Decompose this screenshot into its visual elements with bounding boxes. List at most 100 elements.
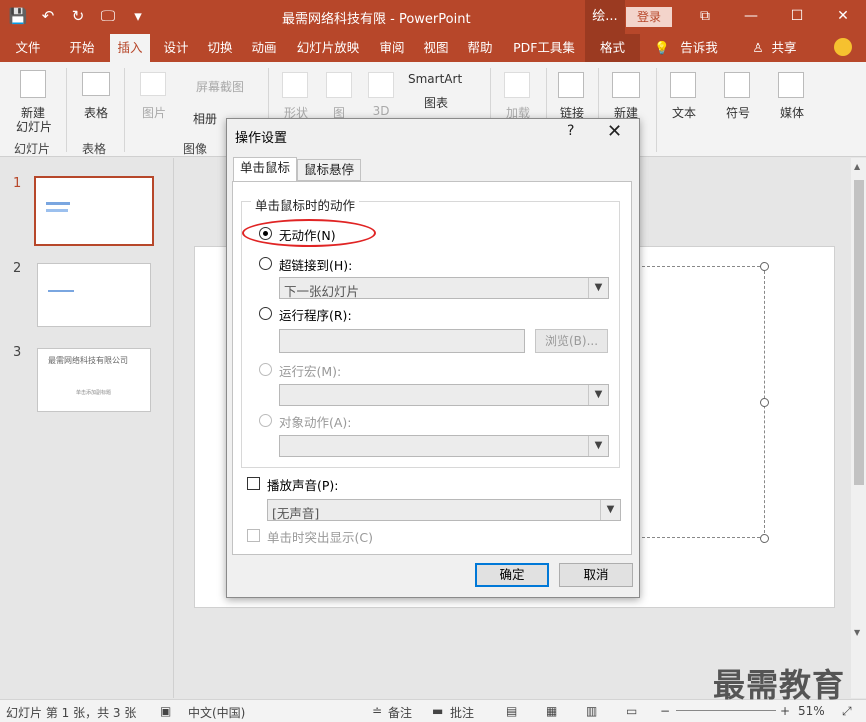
help-icon[interactable]: ? [567, 123, 574, 139]
hyperlink-target-select[interactable]: 下一张幻灯片 ▼ [279, 277, 609, 299]
slide-thumbnail-2[interactable] [37, 263, 151, 327]
browse-button[interactable]: 浏览(B)... [535, 329, 608, 353]
slide-thumbnail-3[interactable]: 最需网络科技有限公司 单击添加副标题 [37, 348, 151, 412]
close-button[interactable]: ✕ [820, 0, 866, 34]
resize-handle[interactable] [760, 534, 769, 543]
new-slide-label-2[interactable]: 幻灯片 [6, 118, 62, 135]
scroll-down-icon[interactable]: ▼ [854, 628, 860, 637]
tab-transitions[interactable]: 切换 [200, 34, 240, 62]
spellcheck-icon[interactable]: ▣ [160, 704, 171, 718]
chevron-down-icon[interactable]: ▼ [588, 278, 608, 298]
tab-animations[interactable]: 动画 [244, 34, 284, 62]
vertical-scrollbar[interactable]: ▲ ▼ [851, 158, 866, 698]
text-icon[interactable] [670, 72, 696, 98]
new-slide-icon[interactable] [20, 70, 46, 98]
share-button[interactable]: 共享 [768, 34, 800, 62]
symbol-button[interactable]: 符号 [718, 104, 758, 121]
slideshow-icon[interactable]: ▭ [626, 704, 637, 718]
zoom-level[interactable]: 51% [798, 704, 825, 718]
table-button[interactable]: 表格 [76, 104, 116, 121]
picture-button[interactable]: 图片 [134, 104, 174, 121]
object-action-select[interactable]: ▼ [279, 435, 609, 457]
symbol-icon[interactable] [724, 72, 750, 98]
tell-me-search[interactable]: 告诉我 [674, 34, 724, 62]
scroll-up-icon[interactable]: ▲ [854, 162, 860, 171]
shapes-icon[interactable] [282, 72, 308, 98]
ok-button[interactable]: 确定 [475, 563, 549, 587]
minimize-button[interactable]: — [728, 0, 774, 34]
maximize-button[interactable]: ☐ [774, 0, 820, 34]
slide-sorter-icon[interactable]: ▦ [546, 704, 557, 718]
radio-hyperlink[interactable] [259, 257, 272, 270]
chart-button[interactable]: 图表 [408, 94, 478, 111]
program-path-input[interactable] [279, 329, 525, 353]
highlight-click-checkbox[interactable] [247, 529, 260, 542]
macro-select[interactable]: ▼ [279, 384, 609, 406]
chevron-down-icon[interactable]: ▼ [588, 385, 608, 405]
save-icon[interactable]: 💾 [8, 6, 28, 26]
slide-thumbnail-1[interactable] [34, 176, 154, 246]
resize-handle[interactable] [760, 398, 769, 407]
feedback-smiley-icon[interactable] [834, 38, 852, 56]
context-tab-drawing[interactable]: 绘... [585, 0, 625, 34]
radio-run-macro[interactable] [259, 363, 272, 376]
3d-models-icon[interactable] [368, 72, 394, 98]
chevron-down-icon[interactable]: ▼ [600, 500, 620, 520]
chevron-down-icon[interactable]: ▼ [588, 436, 608, 456]
notes-icon[interactable]: ≐ [372, 704, 382, 718]
addins-icon[interactable] [504, 72, 530, 98]
present-icon[interactable]: 🖵 [98, 6, 118, 26]
table-icon[interactable] [82, 72, 110, 96]
normal-view-icon[interactable]: ▤ [506, 704, 517, 718]
customize-quick-access-icon[interactable]: ▾ [128, 6, 148, 26]
comments-icon[interactable]: ▬ [432, 704, 443, 718]
tab-mouse-over[interactable]: 鼠标悬停 [297, 159, 362, 181]
media-icon[interactable] [778, 72, 804, 98]
tab-help[interactable]: 帮助 [460, 34, 500, 62]
text-button[interactable]: 文本 [664, 104, 704, 121]
new-comment-icon[interactable] [612, 72, 640, 98]
play-sound-checkbox[interactable] [247, 477, 260, 490]
picture-icon[interactable] [140, 72, 166, 96]
tab-insert[interactable]: 插入 [110, 34, 150, 62]
language-indicator[interactable]: 中文(中国) [188, 704, 245, 721]
zoom-out-icon[interactable]: − [660, 704, 670, 718]
resize-handle[interactable] [760, 262, 769, 271]
screenshot-button[interactable]: 屏幕截图 [180, 78, 260, 95]
undo-icon[interactable]: ↶ [38, 6, 58, 26]
tab-pdf-tools[interactable]: PDF工具集 [506, 34, 582, 62]
zoom-slider[interactable] [676, 710, 776, 711]
tab-design[interactable]: 设计 [156, 34, 196, 62]
cancel-button[interactable]: 取消 [559, 563, 633, 587]
ribbon-display-options-icon[interactable]: ⧉ [682, 0, 728, 34]
radio-run-program[interactable] [259, 307, 272, 320]
icons-icon[interactable] [326, 72, 352, 98]
tab-file[interactable]: 文件 [6, 34, 50, 62]
selected-textbox[interactable] [632, 266, 765, 538]
album-button[interactable]: 相册 [180, 110, 230, 127]
radio-object-action[interactable] [259, 414, 272, 427]
zoom-in-icon[interactable]: + [780, 704, 790, 718]
tab-view[interactable]: 视图 [416, 34, 456, 62]
tab-slideshow[interactable]: 幻灯片放映 [292, 34, 364, 62]
smartart-button[interactable]: SmartArt [408, 72, 478, 86]
run-program-label: 运行程序(R): [279, 308, 352, 323]
thumb-subtitle: 单击添加副标题 [76, 390, 112, 396]
scrollbar-thumb[interactable] [854, 180, 864, 485]
dialog-close-icon[interactable]: ✕ [607, 121, 622, 142]
tab-format[interactable]: 格式 [585, 34, 640, 62]
ribbon-tabs: 文件 开始 插入 设计 切换 动画 幻灯片放映 审阅 视图 帮助 PDF工具集 … [0, 34, 866, 62]
notes-button[interactable]: 备注 [388, 704, 412, 721]
redo-icon[interactable]: ↻ [68, 6, 88, 26]
login-button[interactable]: 登录 [626, 7, 672, 27]
tab-home[interactable]: 开始 [60, 34, 104, 62]
link-icon[interactable] [558, 72, 584, 98]
fit-slide-icon[interactable]: ⤢ [842, 704, 852, 719]
comments-button[interactable]: 批注 [450, 704, 474, 721]
media-button[interactable]: 媒体 [772, 104, 812, 121]
tab-review[interactable]: 审阅 [372, 34, 412, 62]
3d-models-button[interactable]: 3D [366, 104, 396, 118]
sound-select[interactable]: [无声音] ▼ [267, 499, 621, 521]
reading-view-icon[interactable]: ▥ [586, 704, 597, 718]
tab-mouse-click[interactable]: 单击鼠标 [233, 157, 298, 182]
